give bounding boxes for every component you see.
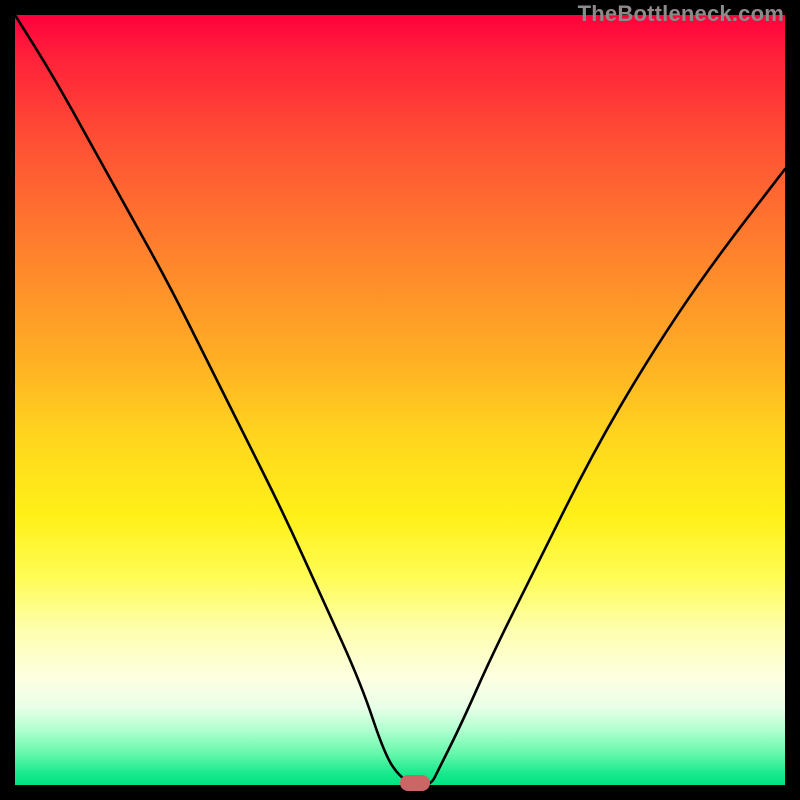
bottleneck-curve (15, 15, 785, 785)
watermark-text: TheBottleneck.com (578, 1, 784, 27)
optimal-marker (400, 775, 430, 791)
chart-frame: TheBottleneck.com (0, 0, 800, 800)
plot-area (15, 15, 785, 785)
